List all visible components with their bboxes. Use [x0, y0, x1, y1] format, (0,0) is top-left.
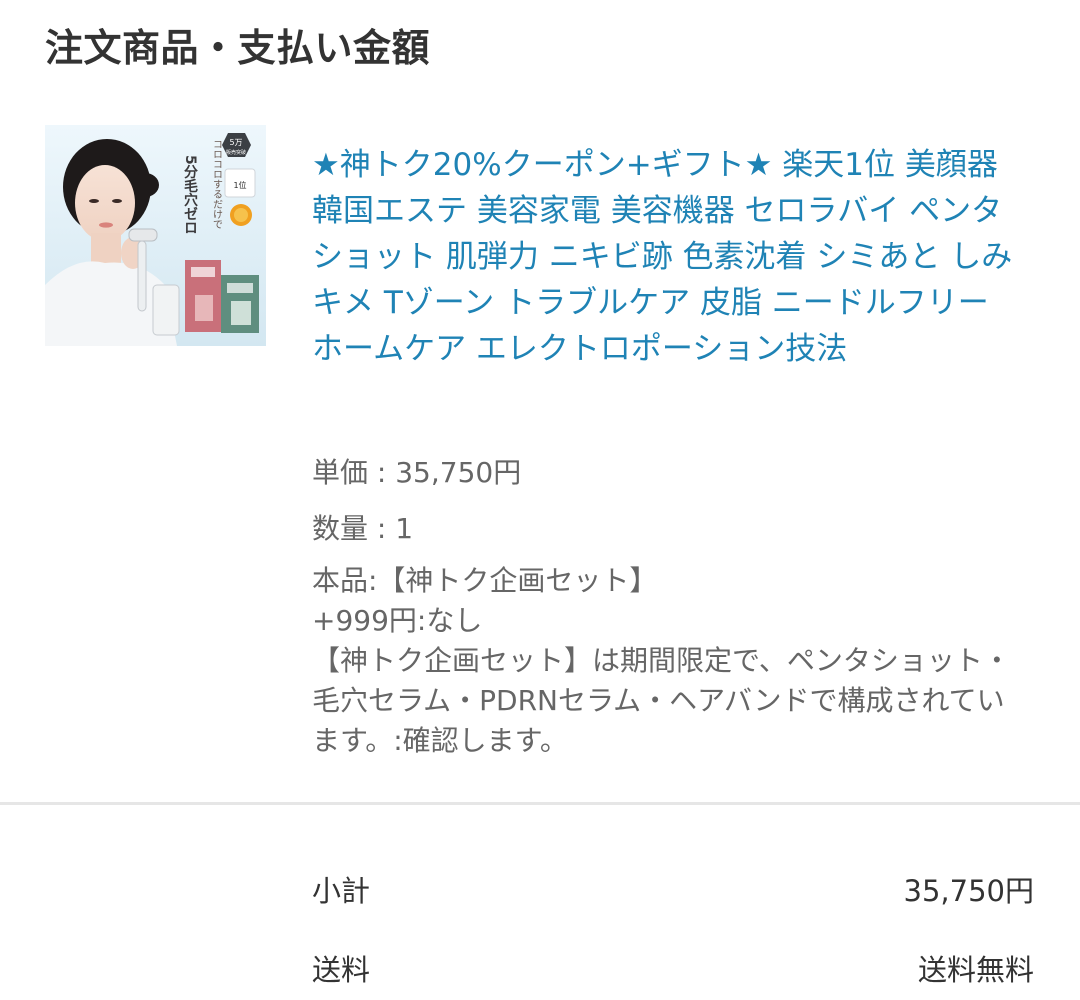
unit-price: 単価 : 35,750円 — [312, 456, 522, 489]
order-items-page: 注文商品・支払い金額 コロコロするだけで 5分毛穴ゼロ 5万 販売突破 1位 ★… — [0, 0, 1080, 1000]
image-vertical-bold-text: 5分毛穴ゼロ — [182, 155, 198, 235]
subtotal-value: 35,750円 — [903, 874, 1034, 908]
product-title-link[interactable]: ★神トク20%クーポン+ギフト★ 楽天1位 美顔器 韓国エステ 美容家電 美容機… — [312, 142, 1022, 372]
rank-text: 1位 — [233, 180, 246, 190]
quantity: 数量 : 1 — [312, 512, 414, 545]
subtotal-label: 小計 — [312, 874, 371, 908]
option-main-item: 本品:【神トク企画セット】 — [312, 564, 658, 597]
section-title: 注文商品・支払い金額 — [45, 26, 431, 70]
shipping-label: 送料 — [312, 953, 371, 987]
image-vertical-text: コロコロするだけで — [211, 139, 223, 229]
product-image[interactable]: コロコロするだけで 5分毛穴ゼロ 5万 販売突破 1位 — [45, 125, 266, 346]
subtotal-row: 小計 35,750円 — [312, 866, 1034, 916]
option-block: 本品:【神トク企画セット】 +999円:なし 【神トク企画セット】は期間限定で、… — [312, 561, 1032, 761]
shipping-value: 送料無料 — [917, 953, 1034, 987]
option-note: 【神トク企画セット】は期間限定で、ペンタショット・毛穴セラム・PDRNセラム・ヘ… — [312, 644, 1011, 757]
section-divider — [0, 802, 1080, 805]
option-addon: +999円:なし — [312, 604, 483, 637]
badge-text-2: 販売突破 — [226, 149, 246, 156]
product-details: 単価 : 35,750円 数量 : 1 本品:【神トク企画セット】 +999円:… — [312, 445, 1032, 761]
product-photo-illustration: コロコロするだけで 5分毛穴ゼロ 5万 販売突破 1位 — [45, 125, 266, 346]
badge-text-1: 5万 — [229, 138, 242, 147]
shipping-row: 送料 送料無料 — [312, 945, 1034, 995]
